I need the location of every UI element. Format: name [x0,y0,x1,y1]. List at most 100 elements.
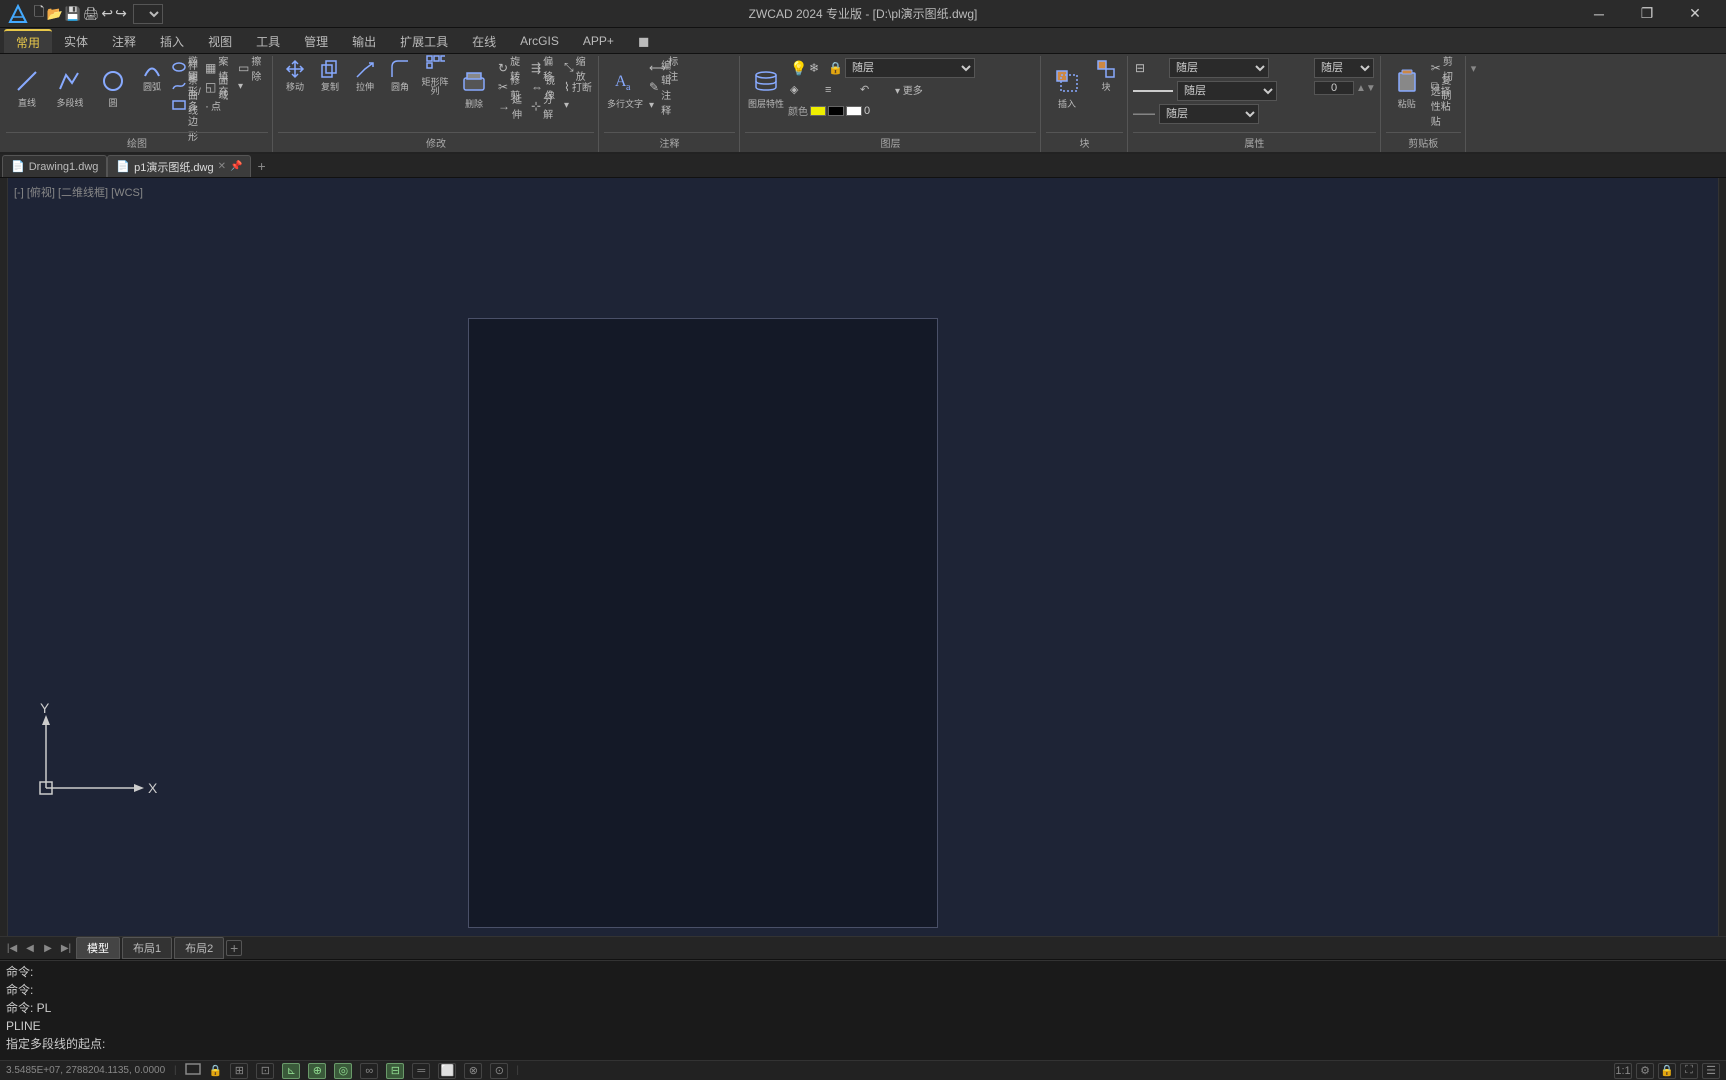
layer-more-btn[interactable]: ▾ 更多 [893,80,925,99]
tab-output[interactable]: 输出 [340,29,388,53]
snap-grid-btn[interactable]: ⊞ [230,1063,248,1079]
tab-solid[interactable]: 实体 [52,29,100,53]
layout-nav-prev[interactable]: ◀ [22,940,38,956]
command-area: 命令: 命令: 命令: PL PLINE 指定多段线的起点: [0,960,1726,1060]
wipeout-tool[interactable]: ▭ 擦除 [236,58,268,77]
polyline-tool[interactable]: 多段线 [49,58,91,118]
block-define-tool[interactable]: 块 [1089,58,1123,92]
new-btn[interactable]: 🗋 [34,3,44,25]
transparency-btn[interactable]: ⬜ [438,1063,456,1079]
ortho-btn[interactable]: ⊾ [282,1063,300,1079]
doc-tab-pl-demo[interactable]: 📄 p1演示图纸.dwg ✕ 📌 [107,155,251,177]
erase-tool[interactable]: 删除 [453,58,495,118]
move-tool[interactable]: 移动 [278,58,312,92]
circle-tool[interactable]: 圆 [92,58,134,118]
open-btn[interactable]: 📂 [46,6,62,22]
tab-annotation[interactable]: 注释 [100,29,148,53]
break-tool[interactable]: ⌇打断 [562,77,594,96]
layout-tab-2[interactable]: 布局2 [174,937,224,959]
multitext-tool[interactable]: A a 多行文字 [604,58,646,118]
doc-tab-pin-icon[interactable]: 📌 [230,161,242,172]
annotation-expand[interactable]: ▾ [647,96,679,115]
annotation-scale-btn[interactable]: 1:1 [1614,1063,1632,1079]
otrack-btn[interactable]: ∞ [360,1063,378,1079]
new-tab-btn[interactable]: + [251,155,271,177]
copy-tool[interactable]: 复制 [313,58,347,92]
tab-insert[interactable]: 插入 [148,29,196,53]
redo-btn[interactable]: ↪ [115,5,127,22]
explode-tool[interactable]: ⊹分解 [529,96,561,115]
doc-tab-pl-demo-icon: 📄 [116,160,130,173]
lock-ui-btn[interactable]: 🔒 [1658,1063,1676,1079]
lineweight-value-select[interactable]: 随层 [1314,58,1374,78]
tab-arcgis[interactable]: ArcGIS [508,29,571,53]
close-btn[interactable]: ✕ [1672,0,1718,28]
select-cycle-btn[interactable]: ⊗ [464,1063,482,1079]
rect-tool[interactable]: 矩形/多边形 [170,96,202,115]
restore-btn[interactable]: ❐ [1624,0,1670,28]
3d-osnap-btn[interactable]: ⊙ [490,1063,508,1079]
insert-block-tool[interactable]: 插入 [1046,58,1088,118]
layout-nav-first[interactable]: |◀ [4,940,20,956]
workspace-btn[interactable]: ⚙ [1636,1063,1654,1079]
paste-tool[interactable]: 粘贴 [1386,58,1428,118]
layer-on-btn[interactable]: 💡 [788,59,804,78]
tab-extensions[interactable]: 扩展工具 [388,29,460,53]
props-linetype-select[interactable]: 随层 [1177,81,1277,101]
array-tool[interactable]: 矩形阵列 [418,58,452,92]
tab-online[interactable]: 在线 [460,29,508,53]
extend-tool[interactable]: →延伸 [496,96,528,115]
layer-freeze-btn[interactable]: ❄ [807,59,823,78]
tab-view[interactable]: 视图 [196,29,244,53]
right-panel [1718,178,1726,936]
layer-prev-btn[interactable]: ↶ [858,80,890,99]
polar-btn[interactable]: ⊕ [308,1063,326,1079]
modify-expand[interactable]: ▾ [562,96,594,115]
workspace-dropdown[interactable]: 二维草图与注释 [133,4,163,24]
tab-tools[interactable]: 工具 [244,29,292,53]
point-tool[interactable]: · 点 [203,96,235,115]
modify-tools: 移动 复制 拉伸 圆角 [278,58,594,130]
tab-home[interactable]: 常用 [4,29,52,53]
undo-btn[interactable]: ↩ [101,5,113,22]
draw-expand[interactable]: ▾ [236,77,268,96]
props-layer-select[interactable]: 随层 [1169,58,1269,78]
layout-nav-next[interactable]: ▶ [40,940,56,956]
lineweight-btn[interactable]: ═ [412,1063,430,1079]
snap-btn[interactable]: ⊡ [256,1063,274,1079]
minimize-btn[interactable]: ─ [1576,0,1622,28]
layer-lock-btn[interactable]: 🔒 [826,59,842,78]
arc-tool[interactable]: 圆弧 [135,58,169,92]
layout-tab-model[interactable]: 模型 [76,937,120,959]
fullscreen-btn[interactable]: ⛶ [1680,1063,1698,1079]
layer-isolate-btn[interactable]: ◈ [788,80,820,99]
print-btn[interactable]: 🖨 [83,6,100,22]
lineweight-input[interactable] [1314,81,1354,95]
layout-nav-last[interactable]: ▶| [58,940,74,956]
props-lineweight-select[interactable]: 随层 [1159,104,1259,124]
layer-match-btn[interactable]: ≡ [823,80,855,99]
osnap-btn[interactable]: ◎ [334,1063,352,1079]
layout-tab-1[interactable]: 布局1 [122,937,172,959]
doc-tab-close-btn[interactable]: ✕ [218,161,226,172]
layer-properties-tool[interactable]: 图层特性 [745,58,787,118]
fillet-tool[interactable]: 圆角 [383,58,417,92]
doc-tab-drawing1[interactable]: 📄 Drawing1.dwg [2,155,107,177]
region-tool[interactable]: ◱ 面域 [203,77,235,96]
scale-tool[interactable]: ⤡缩放 [562,58,594,77]
tab-manage[interactable]: 管理 [292,29,340,53]
ribbon-collapse-btn[interactable]: ▾ [1469,60,1479,77]
layout-add-btn[interactable]: + [226,940,242,956]
stretch-tool[interactable]: 拉伸 [348,58,382,92]
app-menu-btn[interactable]: ☰ [1702,1063,1720,1079]
canvas-viewport[interactable]: [-] [俯视] [二维线框] [WCS] Y X [8,178,1718,936]
paste-special-tool[interactable]: 选择性粘贴 [1429,96,1461,115]
layer-dropdown[interactable]: 随层 [845,58,975,78]
tab-app[interactable]: APP+ [571,29,626,53]
tab-help-icon[interactable]: ◼ [626,29,662,53]
line-tool[interactable]: 直线 [6,58,48,118]
lineweight-arrows[interactable]: ▲▼ [1356,83,1376,94]
edit-annotate-tool[interactable]: ✎编辑注释 [647,77,679,96]
dynin-btn[interactable]: ⊟ [386,1063,404,1079]
save-btn[interactable]: 💾 [65,6,81,22]
